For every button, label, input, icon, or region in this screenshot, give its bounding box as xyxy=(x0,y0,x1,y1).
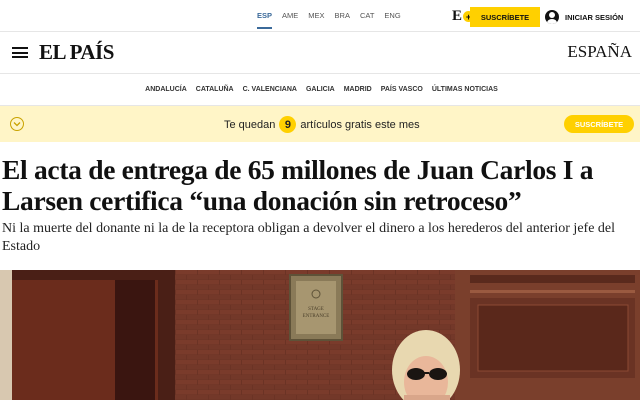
user-icon xyxy=(545,10,559,24)
free-articles-banner: Te quedan 9 artículos gratis este mes SU… xyxy=(0,106,640,142)
section-title[interactable]: ESPAÑA xyxy=(567,42,632,62)
edition-esp[interactable]: ESP xyxy=(257,11,273,29)
counter-suffix: artículos gratis este mes xyxy=(300,118,420,131)
login-label: INICIAR SESIÓN xyxy=(565,12,624,22)
edition-ame[interactable]: AME xyxy=(282,11,298,29)
nav-item-andalucia[interactable]: ANDALUCÍA xyxy=(145,86,187,93)
nav-item-pais-vasco[interactable]: PAÍS VASCO xyxy=(381,86,423,93)
nav-item-galicia[interactable]: GALICIA xyxy=(306,86,335,93)
nav-item-ultimas-noticias[interactable]: ÚLTIMAS NOTICIAS xyxy=(432,86,498,93)
edition-bra[interactable]: BRA xyxy=(335,11,350,29)
chevron-down-icon[interactable] xyxy=(10,117,24,131)
edition-bar: ESP AME MEX BRA CAT ENG E + SUSCRÍBETE I… xyxy=(0,0,640,32)
counter-badge: 9 xyxy=(279,116,297,133)
login-button[interactable]: INICIAR SESIÓN xyxy=(545,7,623,27)
eplus-letter: E xyxy=(452,8,463,24)
subscribe-button[interactable]: SUSCRÍBETE xyxy=(470,7,540,27)
edition-selector: ESP AME MEX BRA CAT ENG xyxy=(257,11,401,29)
sign-text-entrance: ENTRANCE xyxy=(303,314,330,319)
articles-counter: Te quedan 9 artículos gratis este mes xyxy=(224,116,420,133)
counter-prefix: Te quedan xyxy=(224,118,276,131)
edition-eng[interactable]: ENG xyxy=(384,11,400,29)
banner-subscribe-button[interactable]: SUSCRÍBETE xyxy=(564,115,634,133)
nav-item-madrid[interactable]: MADRID xyxy=(344,86,372,93)
site-logo[interactable]: EL PAÍS xyxy=(39,40,114,65)
sign-text-stage: STAGE xyxy=(308,307,324,312)
site-header: EL PAÍS ESPAÑA xyxy=(0,32,640,74)
nav-item-cataluna[interactable]: CATALUÑA xyxy=(196,86,234,93)
menu-icon[interactable] xyxy=(12,47,28,58)
article-photo[interactable]: STAGE ENTRANCE xyxy=(0,270,640,400)
article-headline[interactable]: El acta de entrega de 65 millones de Jua… xyxy=(2,154,638,216)
regions-nav: ANDALUCÍA CATALUÑA C. VALENCIANA GALICIA… xyxy=(0,74,640,106)
edition-mex[interactable]: MEX xyxy=(308,11,324,29)
edition-cat[interactable]: CAT xyxy=(360,11,374,29)
nav-item-valenciana[interactable]: C. VALENCIANA xyxy=(243,86,297,93)
article-subheadline: Ni la muerte del donante ni la de la rec… xyxy=(2,221,616,254)
